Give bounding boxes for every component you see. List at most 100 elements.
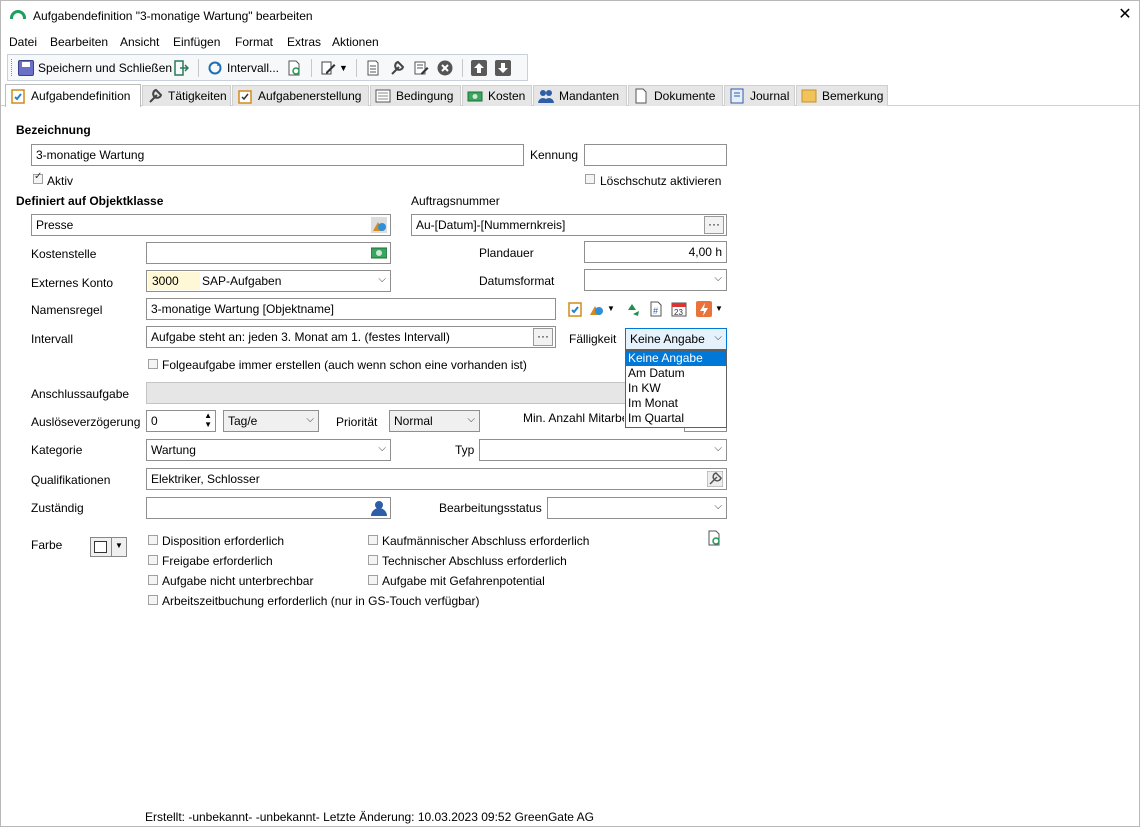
dropdown-option[interactable]: Im Monat	[626, 396, 726, 411]
tab-kosten[interactable]: Kosten	[462, 85, 532, 106]
object-class-icon[interactable]	[371, 217, 387, 233]
intervall-button[interactable]: Intervall...	[207, 58, 279, 78]
menu-bearbeiten[interactable]: Bearbeiten	[50, 35, 108, 49]
dropdown-option[interactable]: Im Quartal	[626, 411, 726, 426]
tab-aufgabendefinition[interactable]: Aufgabendefinition	[5, 84, 141, 107]
menu-datei[interactable]: Datei	[9, 35, 37, 49]
objektklasse-input[interactable]: Presse	[31, 214, 391, 236]
tab-dokumente[interactable]: Dokumente	[628, 85, 723, 106]
menu-ansicht[interactable]: Ansicht	[120, 35, 159, 49]
menu-aktionen[interactable]: Aktionen	[332, 35, 379, 49]
money-icon[interactable]	[371, 245, 387, 261]
qualification-icon[interactable]	[707, 471, 723, 487]
label-kaufmaennischer-abschluss: Kaufmännischer Abschluss erforderlich	[382, 534, 590, 548]
clipboard-check-icon[interactable]	[567, 301, 583, 317]
tab-mandanten[interactable]: Mandanten	[533, 85, 627, 106]
chevron-down-icon: ⌵	[378, 443, 386, 454]
checkbox-kaufmaennischer-abschluss[interactable]	[368, 535, 378, 545]
intervall-label: Intervall...	[227, 61, 280, 75]
menu-einfuegen[interactable]: Einfügen	[173, 35, 220, 49]
tab-label: Mandanten	[559, 89, 620, 103]
tab-bemerkung[interactable]: Bemerkung	[796, 85, 888, 106]
prioritaet-value: Normal	[394, 414, 433, 428]
number-icon[interactable]: #	[648, 301, 664, 317]
chevron-down-icon[interactable]: ▼	[715, 304, 723, 313]
recycle-icon[interactable]	[625, 301, 641, 317]
ausloese-unit-select[interactable]: Tag/e ⌵	[223, 410, 319, 432]
checkbox-disposition[interactable]	[148, 535, 158, 545]
ausloese-label: Auslöseverzögerung	[31, 415, 141, 429]
tab-taetigkeiten[interactable]: Tätigkeiten	[142, 85, 231, 106]
more-button[interactable]: ···	[704, 216, 724, 234]
aktiv-checkbox[interactable]	[33, 171, 43, 184]
ausloese-spinner[interactable]: 0 ▲ ▼	[146, 410, 216, 432]
move-up-button[interactable]	[471, 58, 487, 78]
dropdown-option[interactable]: Am Datum	[626, 366, 726, 381]
edit-list-button[interactable]	[413, 58, 429, 78]
kostenstelle-input[interactable]	[146, 242, 391, 264]
folgeaufgabe-checkbox[interactable]	[148, 359, 158, 369]
object-class-icon[interactable]	[588, 301, 604, 317]
typ-select[interactable]: ⌵	[479, 439, 727, 461]
move-down-button[interactable]	[495, 58, 511, 78]
save-close-button[interactable]: Speichern und Schließen	[18, 58, 172, 78]
label-disposition: Disposition erforderlich	[162, 534, 285, 548]
auftragsnummer-input[interactable]: Au-[Datum]-[Nummernkreis] ···	[411, 214, 727, 236]
label-arbeitszeitbuchung: Arbeitszeitbuchung erforderlich (nur in …	[162, 594, 480, 608]
flash-icon[interactable]	[696, 301, 712, 317]
faelligkeit-dropdown-list: Keine Angabe Am Datum In KW Im Monat Im …	[625, 350, 727, 428]
edit-list-icon	[414, 61, 429, 75]
toolbar: Speichern und Schließen Intervall... ▼	[7, 54, 528, 81]
kategorie-select[interactable]: Wartung ⌵	[146, 439, 391, 461]
kennung-input[interactable]	[584, 144, 727, 166]
user-icon[interactable]	[371, 500, 387, 516]
faelligkeit-select[interactable]: Keine Angabe ⌵	[625, 328, 727, 350]
edit-dropdown-button[interactable]: ▼	[320, 58, 348, 78]
qualifikationen-input[interactable]: Elektriker, Schlosser	[146, 468, 727, 490]
export-button[interactable]	[173, 58, 189, 78]
doc-refresh-button[interactable]	[286, 58, 302, 78]
dropdown-option[interactable]: Keine Angabe	[626, 351, 726, 366]
menu-extras[interactable]: Extras	[287, 35, 321, 49]
intervall-input[interactable]: Aufgabe steht an: jeden 3. Monat am 1. (…	[146, 326, 556, 348]
tab-bedingung[interactable]: Bedingung	[370, 85, 461, 106]
checkbox-gefahrenpotential[interactable]	[368, 575, 378, 585]
svg-text:#: #	[653, 306, 658, 316]
prioritaet-select[interactable]: Normal ⌵	[389, 410, 480, 432]
bezeichnung-input[interactable]: 3-monatige Wartung	[31, 144, 524, 166]
namensregel-input[interactable]: 3-monatige Wartung [Objektname]	[146, 298, 556, 320]
plandauer-input[interactable]: 4,00 h	[584, 241, 727, 263]
label-nicht-unterbrechbar: Aufgabe nicht unterbrechbar	[162, 574, 314, 588]
toolbar-grip[interactable]	[11, 59, 14, 76]
document-refresh-icon	[288, 60, 300, 76]
tab-aufgabenerstellung[interactable]: Aufgabenerstellung	[232, 85, 369, 106]
color-picker[interactable]: ▼	[90, 537, 127, 557]
dropdown-option[interactable]: In KW	[626, 381, 726, 396]
bearbeitungsstatus-select[interactable]: ⌵	[547, 497, 727, 519]
chevron-down-icon: ⌵	[714, 332, 722, 343]
datumsformat-select[interactable]: ⌵	[584, 269, 727, 291]
chevron-down-icon[interactable]: ▼	[607, 304, 615, 313]
checkbox-freigabe[interactable]	[148, 555, 158, 565]
checkbox-technischer-abschluss[interactable]	[368, 555, 378, 565]
tab-journal[interactable]: Journal	[724, 85, 795, 106]
print-button[interactable]	[365, 58, 381, 78]
app-logo-icon	[10, 10, 26, 19]
more-button[interactable]: ···	[533, 328, 553, 346]
plandauer-label: Plandauer	[479, 246, 534, 260]
cancel-button[interactable]	[437, 58, 453, 78]
tab-label: Journal	[750, 89, 790, 103]
menu-format[interactable]: Format	[235, 35, 273, 49]
close-button[interactable]: ✕	[1115, 5, 1135, 25]
document-refresh-icon[interactable]	[706, 530, 722, 546]
calendar-icon[interactable]: 23	[671, 301, 687, 317]
tools-button[interactable]	[389, 58, 405, 78]
loeschschutz-checkbox[interactable]	[585, 174, 595, 184]
qualifikationen-label: Qualifikationen	[31, 473, 111, 487]
chevron-down-icon: ▼	[339, 63, 348, 73]
checkbox-nicht-unterbrechbar[interactable]	[148, 575, 158, 585]
checkbox-arbeitszeitbuchung[interactable]	[148, 595, 158, 605]
externes-konto-select[interactable]: 3000 SAP-Aufgaben ⌵	[146, 270, 391, 292]
zustaendig-input[interactable]	[146, 497, 391, 519]
spinner-arrows-icon[interactable]: ▲ ▼	[204, 411, 212, 429]
